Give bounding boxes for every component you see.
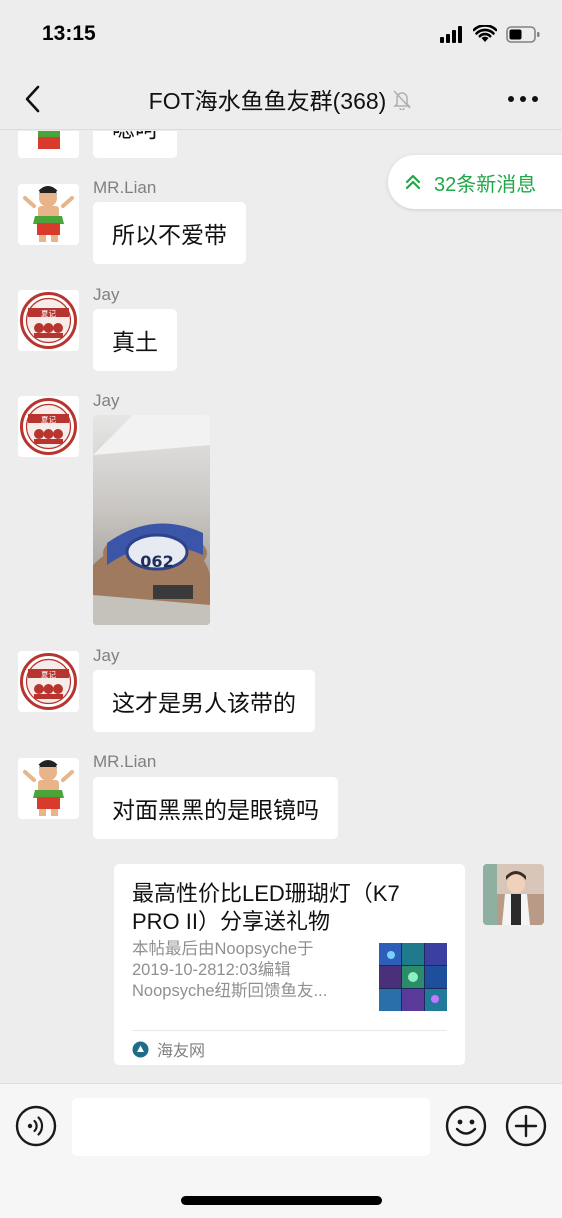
seal-logo-avatar-icon: 夏记 xyxy=(18,651,79,712)
message-text: 所以不爱带 xyxy=(112,222,227,248)
link-card-divider xyxy=(132,1030,447,1031)
mute-bell-icon xyxy=(393,90,412,110)
link-card-source: 海友网 xyxy=(132,1037,205,1061)
more-options-button[interactable] xyxy=(508,86,538,112)
photo-band-number: 062 xyxy=(140,552,173,571)
double-chevron-up-icon xyxy=(405,174,421,190)
emoji-icon[interactable] xyxy=(445,1105,487,1147)
status-bar: 13:15 xyxy=(0,0,562,70)
seal-logo-avatar-icon: 夏记 xyxy=(18,290,79,351)
seal-logo-text: 夏记 xyxy=(41,309,56,318)
source-logo-icon xyxy=(132,1041,149,1057)
avatar-mr-lian[interactable] xyxy=(18,131,79,158)
new-messages-label: 32条新消息 xyxy=(434,173,537,196)
cartoon-boy-avatar-icon xyxy=(18,184,79,245)
my-avatar[interactable] xyxy=(483,864,544,925)
message-bubble[interactable]: 嗯呵 xyxy=(93,131,177,158)
message-input[interactable] xyxy=(72,1098,430,1156)
cartoon-boy-avatar-icon xyxy=(18,131,79,158)
message-text: 这才是男人该带的 xyxy=(112,690,296,716)
cartoon-boy-avatar-icon xyxy=(18,758,79,819)
status-time: 13:15 xyxy=(42,22,96,45)
signal-icon xyxy=(440,25,462,43)
seal-logo-avatar-icon: 夏记 xyxy=(18,396,79,457)
link-card-desc-line: Noopsyche纽斯回馈鱼友... xyxy=(132,982,328,1000)
link-card-source-label: 海友网 xyxy=(157,1043,206,1060)
message-bubble[interactable]: 对面黑黑的是眼镜吗 xyxy=(93,777,338,839)
wifi-icon xyxy=(473,25,497,42)
home-indicator xyxy=(181,1196,382,1205)
battery-icon xyxy=(506,25,540,43)
nav-bar: FOT海水鱼鱼友群(368) xyxy=(0,70,562,130)
avatar-mr-lian[interactable] xyxy=(18,758,79,819)
message-bubble[interactable]: 真土 xyxy=(93,309,177,371)
more-dot-icon xyxy=(532,96,538,102)
avatar-jay[interactable]: 夏记 xyxy=(18,396,79,457)
more-dot-icon xyxy=(520,96,526,102)
message-bubble[interactable]: 所以不爱带 xyxy=(93,202,246,264)
chat-messages[interactable]: 嗯呵 MR.Lian 所以不爱带 夏记 xyxy=(0,131,562,1083)
avatar-mr-lian[interactable] xyxy=(18,184,79,245)
sender-name: Jay xyxy=(93,646,120,665)
avatar-jay[interactable]: 夏记 xyxy=(18,651,79,712)
voice-input-icon[interactable] xyxy=(15,1105,57,1147)
photo-message[interactable]: 062 xyxy=(93,415,210,625)
link-card-message[interactable]: 最高性价比LED珊瑚灯（K7 PRO II）分享送礼物 本帖最后由Noopsyc… xyxy=(114,864,465,1065)
seal-logo-text: 夏记 xyxy=(41,670,56,679)
sender-name: MR.Lian xyxy=(93,752,157,771)
coral-lights-thumbnail xyxy=(379,943,447,1011)
chat-title-area: FOT海水鱼鱼友群(368) xyxy=(70,70,492,128)
status-icons xyxy=(440,24,540,44)
sender-name: Jay xyxy=(93,391,120,410)
message-text: 嗯呵 xyxy=(112,131,158,144)
plus-icon[interactable] xyxy=(505,1105,547,1147)
link-card-desc-line: 本帖最后由Noopsyche于 xyxy=(132,940,314,958)
sender-name: MR.Lian xyxy=(93,178,157,197)
message-text: 对面黑黑的是眼镜吗 xyxy=(112,797,319,823)
link-card-title: 最高性价比LED珊瑚灯（K7 PRO II）分享送礼物 xyxy=(132,881,400,934)
wristband-photo: 062 xyxy=(93,415,210,625)
chat-title: FOT海水鱼鱼友群(368) xyxy=(148,88,387,114)
message-text: 真土 xyxy=(112,329,158,355)
new-messages-button[interactable]: 32条新消息 xyxy=(388,155,562,209)
seal-logo-text: 夏记 xyxy=(41,415,56,424)
avatar-jay[interactable]: 夏记 xyxy=(18,290,79,351)
link-card-thumbnail xyxy=(379,943,447,1011)
sender-name: Jay xyxy=(93,285,120,304)
message-bubble[interactable]: 这才是男人该带的 xyxy=(93,670,315,732)
person-photo-avatar-icon xyxy=(483,864,544,925)
link-card-desc-line: 2019-10-2812:03编辑 xyxy=(132,961,291,979)
more-dot-icon xyxy=(508,96,514,102)
link-card-description: 本帖最后由Noopsyche于 2019-10-2812:03编辑 Noopsy… xyxy=(132,939,368,1002)
back-icon[interactable] xyxy=(18,83,50,115)
